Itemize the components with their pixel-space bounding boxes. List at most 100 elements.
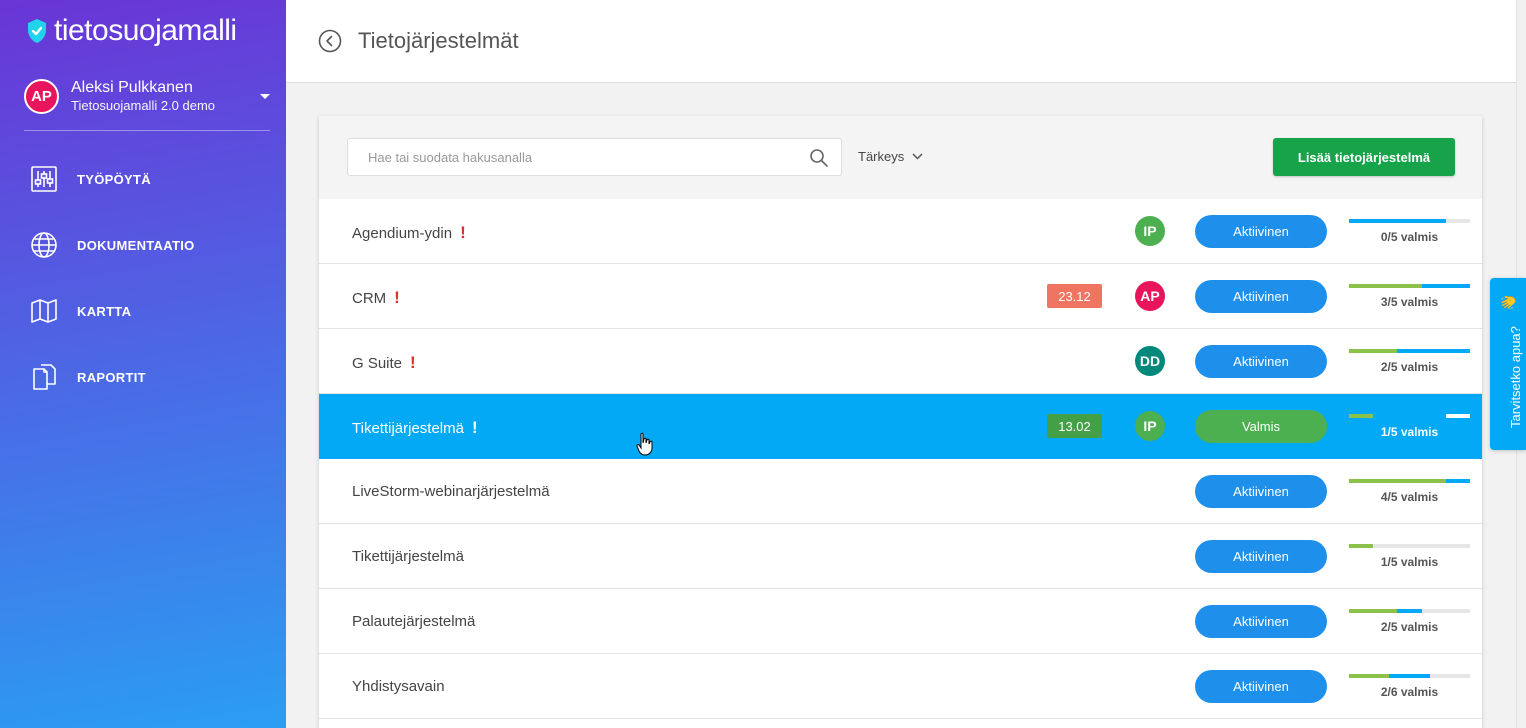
progress-label: 3/5 valmis xyxy=(1380,295,1439,309)
progress-fill-active xyxy=(1445,414,1470,418)
progress-fill-done xyxy=(1349,544,1374,548)
progress-fill-done xyxy=(1349,674,1389,678)
table-row[interactable]: Palautejärjestelmä Aktiivinen 2/5 valmis xyxy=(319,589,1482,654)
back-button[interactable] xyxy=(318,29,342,53)
hand-cursor-icon xyxy=(636,432,653,456)
system-name: Agendium-ydin! xyxy=(352,223,466,243)
sidebar-item-tyopoyta[interactable]: TYÖPÖYTÄ xyxy=(0,146,286,212)
progress-fill-done xyxy=(1349,609,1398,613)
important-icon: ! xyxy=(410,353,416,372)
progress-fill-active xyxy=(1397,609,1422,613)
user-name: Aleksi Pulkkanen xyxy=(71,79,193,96)
globe-icon xyxy=(29,230,59,260)
system-name: LiveStorm-webinarjärjestelmä xyxy=(352,483,550,500)
status-button[interactable]: Valmis xyxy=(1195,410,1327,443)
progress-bar xyxy=(1349,349,1470,353)
system-name-text: CRM xyxy=(352,290,387,307)
table-row[interactable]: CRM! 23.12 AP Aktiivinen 3/5 valmis xyxy=(319,264,1482,329)
user-menu[interactable]: AP Aleksi Pulkkanen Tietosuojamalli 2.0 … xyxy=(24,75,270,117)
sidebar-item-kartta[interactable]: KARTTA xyxy=(0,278,286,344)
progress: 4/5 valmis xyxy=(1349,479,1470,504)
logo[interactable]: tietosuojamalli xyxy=(26,14,237,48)
map-icon xyxy=(29,296,59,326)
sidebar-nav: TYÖPÖYTÄ DOKUMENTAATIO KARTTA RAPORTIT xyxy=(0,146,286,410)
system-name: CRM! xyxy=(352,288,400,308)
status-button[interactable]: Aktiivinen xyxy=(1195,605,1327,638)
search-input[interactable] xyxy=(348,139,798,175)
progress: 1/5 valmis xyxy=(1349,544,1470,569)
system-name-text: Tikettijärjestelmä xyxy=(352,548,464,565)
documents-icon xyxy=(29,362,59,392)
sort-label: Tärkeys xyxy=(858,149,905,164)
progress: 1/5 valmis xyxy=(1349,414,1470,439)
system-name: Yhdistysavain xyxy=(352,678,445,695)
progress-fill-done xyxy=(1349,284,1422,288)
progress-label: 2/5 valmis xyxy=(1380,620,1439,634)
sidebar-item-label: KARTTA xyxy=(77,303,132,319)
progress-fill-active xyxy=(1445,479,1470,483)
important-icon: ! xyxy=(394,288,400,307)
progress-fill-active xyxy=(1397,349,1470,353)
table-row[interactable]: LiveStorm-webinarjärjestelmä Aktiivinen 4/… xyxy=(319,459,1482,524)
progress-bar xyxy=(1349,219,1470,223)
system-name: Tikettijärjestelmä! xyxy=(352,418,478,438)
important-icon: ! xyxy=(471,418,478,437)
status-button[interactable]: Aktiivinen xyxy=(1195,345,1327,378)
progress-fill-active xyxy=(1421,284,1470,288)
status-button[interactable]: Aktiivinen xyxy=(1195,215,1327,248)
sidebar-item-dokumentaatio[interactable]: DOKUMENTAATIO xyxy=(0,212,286,278)
page-title: Tietojärjestelmät xyxy=(358,28,519,53)
table-row[interactable]: Tikettijärjestelmä Aktiivinen 1/5 valmis xyxy=(319,524,1482,589)
system-name: Tikettijärjestelmä xyxy=(352,548,464,565)
add-system-button[interactable]: Lisää tietojärjestelmä xyxy=(1273,138,1455,176)
status-button[interactable]: Aktiivinen xyxy=(1195,670,1327,703)
due-date-badge: 23.12 xyxy=(1047,284,1102,308)
shield-icon xyxy=(28,19,46,43)
due-date-badge: 13.02 xyxy=(1047,414,1102,438)
system-name-text: LiveStorm-webinarjärjestelmä xyxy=(352,483,550,500)
progress-bar xyxy=(1349,609,1470,613)
important-icon: ! xyxy=(460,223,466,242)
brand-name: tietosuojamalli xyxy=(54,14,237,47)
progress-label: 1/5 valmis xyxy=(1380,555,1439,569)
progress-bar xyxy=(1349,284,1470,288)
user-info: Aleksi Pulkkanen Tietosuojamalli 2.0 dem… xyxy=(71,78,260,114)
sort-dropdown[interactable]: Tärkeys xyxy=(858,149,923,164)
progress-bar xyxy=(1349,674,1470,678)
avatar: AP xyxy=(24,78,59,114)
progress-bar xyxy=(1349,414,1470,418)
arrow-left-circle-icon xyxy=(318,29,342,53)
status-button[interactable]: Aktiivinen xyxy=(1195,280,1327,313)
progress-label: 0/5 valmis xyxy=(1380,230,1439,244)
progress-bar xyxy=(1349,479,1470,483)
chevron-down-icon xyxy=(260,93,270,99)
system-name: G Suite! xyxy=(352,353,416,373)
system-name-text: Tikettijärjestelmä xyxy=(352,420,464,437)
chevron-down-icon xyxy=(912,153,923,160)
help-label: Tarvitsetko apua? xyxy=(1508,326,1523,428)
search-icon[interactable] xyxy=(809,148,829,168)
table-row[interactable]: Agendium-ydin! IP Aktiivinen 0/5 valmis xyxy=(319,199,1482,264)
sidebar-item-raportit[interactable]: RAPORTIT xyxy=(0,344,286,410)
help-tab[interactable]: 👋 Tarvitsetko apua? xyxy=(1490,278,1526,450)
progress: 2/5 valmis xyxy=(1349,609,1470,634)
sidebar-divider xyxy=(24,130,270,131)
sidebar-item-label: TYÖPÖYTÄ xyxy=(77,171,151,187)
progress-fill-done xyxy=(1349,349,1398,353)
sidebar: tietosuojamalli AP Aleksi Pulkkanen Tiet… xyxy=(0,0,286,728)
table-row[interactable]: G Suite! DD Aktiivinen 2/5 valmis xyxy=(319,329,1482,394)
progress-fill-active xyxy=(1349,219,1446,223)
status-button[interactable]: Aktiivinen xyxy=(1195,540,1327,573)
progress-label: 2/6 valmis xyxy=(1380,685,1439,699)
progress-label: 1/5 valmis xyxy=(1380,425,1439,439)
system-name-text: G Suite xyxy=(352,355,403,372)
sliders-icon xyxy=(29,164,59,194)
table-row[interactable]: Tikettijärjestelmä! 13.02 IP Valmis 1/5 valm… xyxy=(319,394,1482,459)
search-box xyxy=(347,138,842,176)
progress-fill-done xyxy=(1349,414,1374,418)
progress: 3/5 valmis xyxy=(1349,284,1470,309)
progress: 2/6 valmis xyxy=(1349,674,1470,699)
status-button[interactable]: Aktiivinen xyxy=(1195,475,1327,508)
progress-fill-active xyxy=(1388,674,1431,678)
table-row[interactable]: Yhdistysavain Aktiivinen 2/6 valmis xyxy=(319,654,1482,719)
